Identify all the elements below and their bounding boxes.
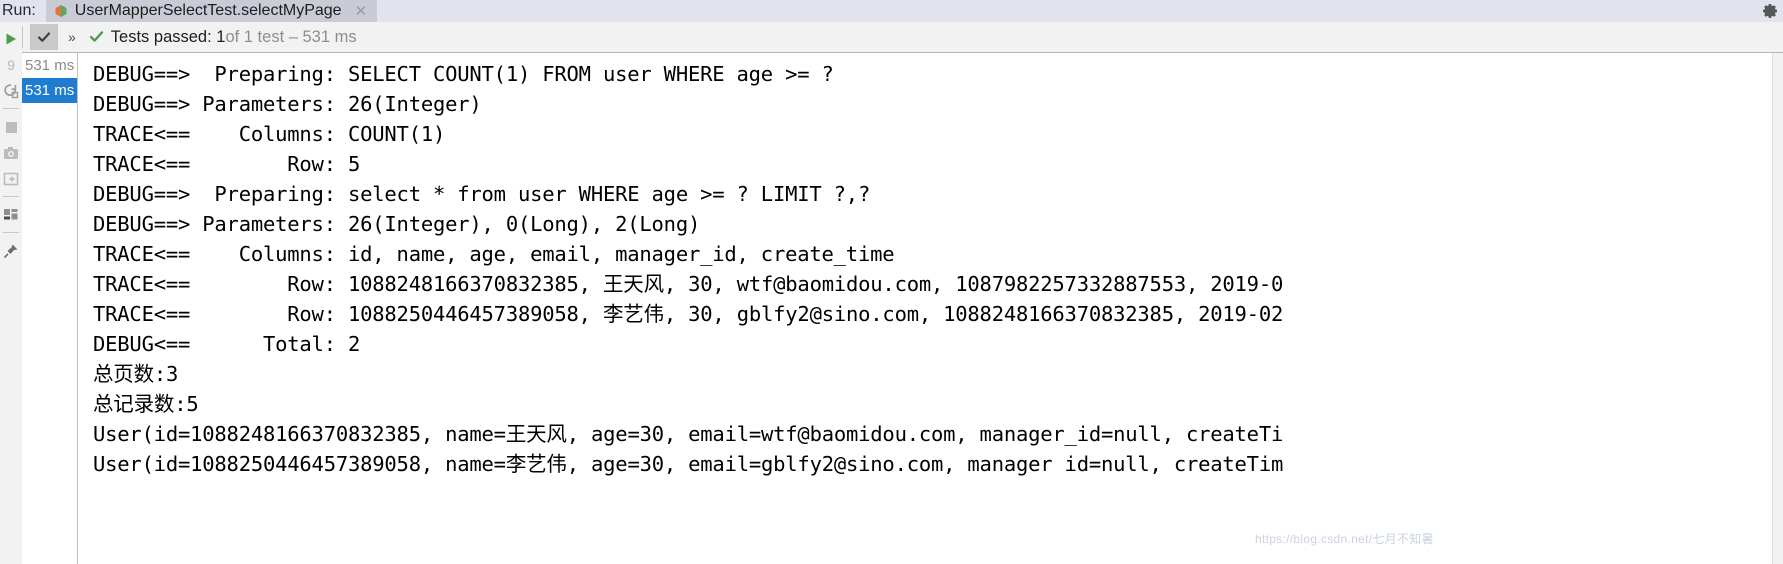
run-tool-window: Run: UserMapperSelectTest.selectMyPage ✕ <box>0 0 1783 564</box>
stop-icon[interactable] <box>1 117 21 137</box>
console-output[interactable]: DEBUG==> Preparing: SELECT COUNT(1) FROM… <box>79 53 1783 564</box>
tree-row-label: 531 ms <box>25 82 75 99</box>
tree-row-label: 531 ms <box>25 57 75 74</box>
import-test-results-icon[interactable] <box>1 169 21 189</box>
console-line: TRACE<== Row: 1088250446457389058, 李艺伟, … <box>93 302 1284 326</box>
tree-row-duration-selected[interactable]: 531 ms <box>22 78 77 103</box>
toolbar-separator <box>22 26 23 48</box>
rail-divider-3 <box>3 232 19 233</box>
tree-row-duration-total[interactable]: 531 ms <box>22 53 77 78</box>
rerun-play-icon[interactable] <box>1 29 21 49</box>
console-vertical-scrollbar[interactable] <box>1772 53 1783 564</box>
svg-text:9: 9 <box>7 57 15 73</box>
console-line: TRACE<== Columns: id, name, age, email, … <box>93 242 895 266</box>
green-check-icon <box>89 29 104 49</box>
rerun-automatically-icon[interactable] <box>1 81 21 101</box>
run-tool-window-label: Run: <box>2 2 36 19</box>
run-actions-rail: 9 <box>0 23 22 564</box>
tests-passed-label: Tests passed: 1 <box>110 28 226 46</box>
rail-divider-2 <box>3 196 19 197</box>
tab-usermapperselecttest[interactable]: UserMapperSelectTest.selectMyPage ✕ <box>45 0 378 22</box>
rail-divider-1 <box>3 108 19 109</box>
console-line: DEBUG==> Parameters: 26(Integer) <box>93 92 482 116</box>
test-status-toolbar: » Tests passed: 1 of 1 test – 531 ms <box>0 22 1783 53</box>
console-line: DEBUG==> Preparing: select * from user W… <box>93 182 871 206</box>
console-line: TRACE<== Row: 1088248166370832385, 王天风, … <box>93 272 1284 296</box>
console-line: DEBUG==> Parameters: 26(Integer), 0(Long… <box>93 212 701 236</box>
toggle-passed-tests-button[interactable] <box>30 24 58 50</box>
expand-toolbar-button[interactable]: » <box>68 29 76 45</box>
tests-passed-detail: of 1 test – 531 ms <box>225 28 357 46</box>
console-lines: DEBUG==> Preparing: SELECT COUNT(1) FROM… <box>79 53 1783 479</box>
rerun-failed-icon[interactable]: 9 <box>1 55 21 75</box>
console-line: TRACE<== Row: 5 <box>93 152 361 176</box>
layout-settings-icon[interactable] <box>1 205 21 225</box>
run-test-icon <box>54 4 68 18</box>
close-icon[interactable]: ✕ <box>355 4 368 19</box>
console-line: TRACE<== Columns: COUNT(1) <box>93 122 446 146</box>
console-line: User(id=1088250446457389058, name=李艺伟, a… <box>93 452 1284 476</box>
gear-icon[interactable] <box>1761 2 1779 20</box>
test-status-message: Tests passed: 1 of 1 test – 531 ms <box>89 27 357 47</box>
pin-tab-icon[interactable] <box>1 241 21 261</box>
tab-bar: Run: UserMapperSelectTest.selectMyPage ✕ <box>0 0 1783 22</box>
export-test-results-icon[interactable] <box>1 143 21 163</box>
tab-label: UserMapperSelectTest.selectMyPage <box>74 2 342 19</box>
check-mark-icon <box>37 32 51 42</box>
console-line: DEBUG==> Preparing: SELECT COUNT(1) FROM… <box>93 62 834 86</box>
console-line: DEBUG<== Total: 2 <box>93 332 361 356</box>
console-line: 总记录数:5 <box>93 392 199 416</box>
test-tree-panel[interactable]: 531 ms 531 ms <box>22 53 78 564</box>
console-line: 总页数:3 <box>93 362 179 386</box>
console-line: User(id=1088248166370832385, name=王天风, a… <box>93 422 1284 446</box>
